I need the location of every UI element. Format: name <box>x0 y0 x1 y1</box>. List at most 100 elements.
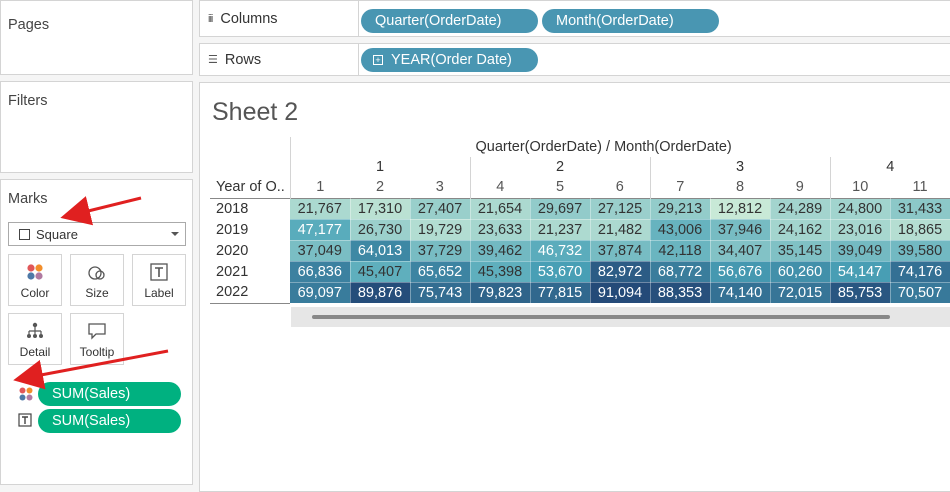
quarter-header: 2 <box>469 157 650 177</box>
heatmap-cell[interactable]: 74,176 <box>890 261 950 283</box>
heatmap-cell[interactable]: 39,462 <box>470 240 531 262</box>
color-icon <box>27 264 43 280</box>
heatmap-cell[interactable]: 19,729 <box>410 219 471 241</box>
heatmap-cell[interactable]: 29,697 <box>530 197 591 220</box>
heatmap-cell[interactable]: 68,772 <box>650 261 711 283</box>
rows-shelf-label: ☰ Rows <box>200 44 359 75</box>
size-card-button[interactable]: Size <box>70 254 124 306</box>
row-header-year: Year of O.. <box>216 179 285 196</box>
heatmap-cell[interactable]: 60,260 <box>770 261 831 283</box>
heatmap-cell[interactable]: 43,006 <box>650 219 711 241</box>
color-sum-sales-pill[interactable]: SUM(Sales) <box>38 382 181 406</box>
columns-shelf[interactable]: iii Columns Quarter(OrderDate) Month(Ord… <box>199 0 950 37</box>
heatmap-cell[interactable]: 37,874 <box>590 240 651 262</box>
filters-panel[interactable]: Filters <box>0 81 193 173</box>
month-header: 3 <box>435 179 444 196</box>
rows-icon: ☰ <box>208 54 218 66</box>
heatmap-cell[interactable]: 26,730 <box>350 219 411 241</box>
month-orderdate-pill[interactable]: Month(OrderDate) <box>542 9 719 33</box>
heatmap-cell[interactable]: 27,125 <box>590 197 651 220</box>
label-card-button[interactable]: Label <box>132 254 186 306</box>
heatmap-cell[interactable]: 72,015 <box>770 282 831 304</box>
heatmap-cell[interactable]: 47,177 <box>290 219 351 241</box>
heatmap-cell[interactable]: 24,162 <box>770 219 831 241</box>
heatmap-cell[interactable]: 53,670 <box>530 261 591 283</box>
year-pill-label: YEAR(Order Date) <box>391 52 512 68</box>
crosstab-table: Quarter(OrderDate) / Month(OrderDate) 1 2 3… <box>210 137 950 304</box>
heatmap-cell[interactable]: 88,353 <box>650 282 711 304</box>
color-field-label: SUM(Sales) <box>52 386 131 402</box>
heatmap-cell[interactable]: 74,140 <box>710 282 771 304</box>
table-row: 2022 69,097 89,876 75,743 79,823 77,815 91,094… <box>210 282 950 304</box>
heatmap-cell[interactable]: 35,145 <box>770 240 831 262</box>
header-spacer <box>210 157 290 177</box>
month-header: 6 <box>615 179 624 196</box>
heatmap-cell[interactable]: 65,652 <box>410 261 471 283</box>
heatmap-cell[interactable]: 42,118 <box>650 240 711 262</box>
color-card-button[interactable]: Color <box>8 254 62 306</box>
heatmap-cell[interactable]: 39,580 <box>890 240 950 262</box>
text-label-icon <box>150 263 168 281</box>
heatmap-cell[interactable]: 89,876 <box>350 282 411 304</box>
rows-label: Rows <box>224 51 262 68</box>
month-header: 5 <box>555 179 565 196</box>
heatmap-cell[interactable]: 45,398 <box>470 261 531 283</box>
pages-panel[interactable]: Pages <box>0 0 193 75</box>
heatmap-cell[interactable]: 64,013 <box>350 240 411 262</box>
heatmap-cell[interactable]: 75,743 <box>410 282 471 304</box>
expand-plus-icon[interactable]: + <box>373 55 383 65</box>
heatmap-cell[interactable]: 46,732 <box>530 240 591 262</box>
heatmap-cell[interactable]: 12,812 <box>710 197 771 220</box>
heatmap-cell[interactable]: 21,237 <box>530 219 591 241</box>
heatmap-cell[interactable]: 69,097 <box>290 282 351 304</box>
quarter-orderdate-pill[interactable]: Quarter(OrderDate) <box>361 9 538 33</box>
year-order-date-pill[interactable]: + YEAR(Order Date) <box>361 48 538 72</box>
heatmap-cell[interactable]: 31,433 <box>890 197 950 220</box>
heatmap-cell[interactable]: 23,016 <box>830 219 891 241</box>
month-pill-label: Month(OrderDate) <box>556 13 674 29</box>
heatmap-cell[interactable]: 79,823 <box>470 282 531 304</box>
heatmap-cell[interactable]: 54,147 <box>830 261 891 283</box>
sheet-title: Sheet 2 <box>212 98 299 126</box>
quarter-header: 3 <box>649 157 830 177</box>
columns-icon: iii <box>208 12 213 25</box>
heatmap-cell[interactable]: 21,654 <box>470 197 531 220</box>
heatmap-cell[interactable]: 77,815 <box>530 282 591 304</box>
heatmap-cell[interactable]: 24,289 <box>770 197 831 220</box>
table-row: 2021 66,836 45,407 65,652 45,398 53,670 82,972… <box>210 261 950 283</box>
heatmap-cell[interactable]: 37,049 <box>290 240 351 262</box>
heatmap-cell[interactable]: 23,633 <box>470 219 531 241</box>
heatmap-cell[interactable]: 21,482 <box>590 219 651 241</box>
heatmap-cell[interactable]: 21,767 <box>290 197 351 220</box>
heatmap-cell[interactable]: 66,836 <box>290 261 351 283</box>
mark-type-dropdown[interactable]: Square <box>8 222 186 246</box>
tooltip-icon <box>88 323 106 340</box>
heatmap-cell[interactable]: 37,946 <box>710 219 771 241</box>
heatmap-cell[interactable]: 45,407 <box>350 261 411 283</box>
label-card-label: Label <box>144 286 174 300</box>
heatmap-cell[interactable]: 24,800 <box>830 197 891 220</box>
worksheet-canvas[interactable]: Sheet 2 Quarter(OrderDate) / Month(Order… <box>199 82 950 492</box>
heatmap-cell[interactable]: 91,094 <box>590 282 651 304</box>
size-card-label: Size <box>85 286 109 300</box>
heatmap-cell[interactable]: 56,676 <box>710 261 771 283</box>
heatmap-cell[interactable]: 85,753 <box>830 282 891 304</box>
heatmap-cell[interactable]: 37,729 <box>410 240 471 262</box>
rows-shelf[interactable]: ☰ Rows + YEAR(Order Date) <box>199 43 950 76</box>
color-card-label: Color <box>20 286 50 300</box>
heatmap-cell[interactable]: 17,310 <box>350 197 411 220</box>
label-sum-sales-pill[interactable]: SUM(Sales) <box>38 409 181 433</box>
month-header: 2 <box>375 179 385 196</box>
tooltip-card-button[interactable]: Tooltip <box>70 313 124 365</box>
color-encoding-icon <box>19 387 33 401</box>
heatmap-cell[interactable]: 29,213 <box>650 197 711 220</box>
heatmap-cell[interactable]: 39,049 <box>830 240 891 262</box>
heatmap-cell[interactable]: 70,507 <box>890 282 950 304</box>
heatmap-cell[interactable]: 82,972 <box>590 261 651 283</box>
heatmap-cell[interactable]: 18,865 <box>890 219 950 241</box>
scrollbar-thumb[interactable] <box>312 315 890 319</box>
horizontal-scrollbar[interactable] <box>291 307 950 327</box>
heatmap-cell[interactable]: 34,407 <box>710 240 771 262</box>
detail-card-button[interactable]: Detail <box>8 313 62 365</box>
heatmap-cell[interactable]: 27,407 <box>410 197 471 220</box>
